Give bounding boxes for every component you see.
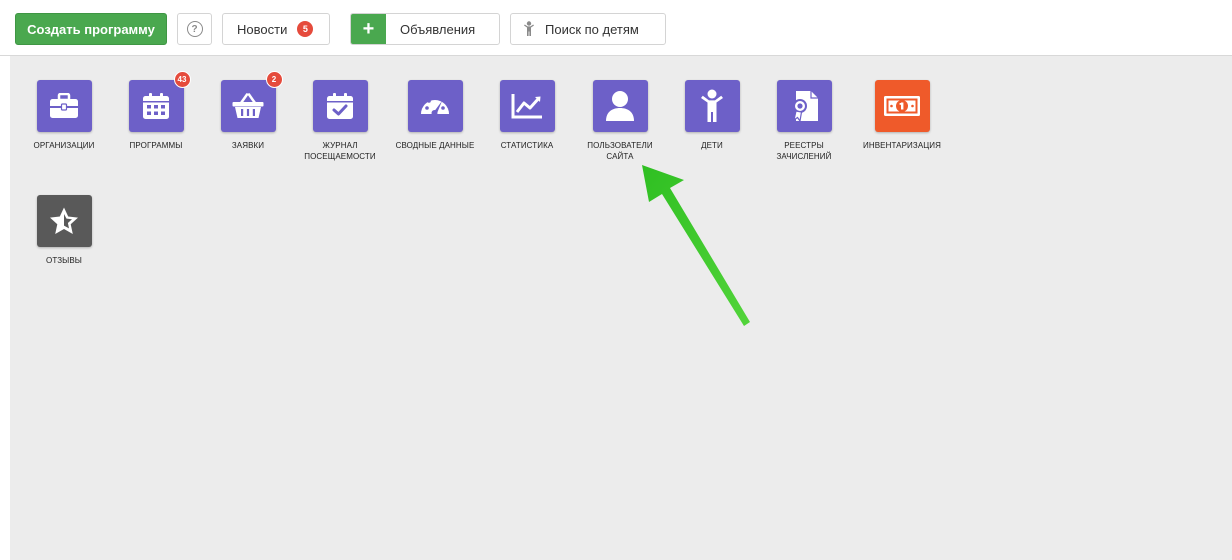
tile-children[interactable]: ДЕТИ <box>666 80 758 151</box>
money-bill-icon <box>884 96 920 116</box>
tile-site-users[interactable]: ПОЛЬЗОВАТЕЛИ САЙТА <box>574 80 666 162</box>
news-button[interactable]: Новости 5 <box>222 13 330 45</box>
child-icon <box>523 21 535 37</box>
tile-enrollment-registers-icon-box <box>776 80 832 132</box>
search-children-label: Поиск по детям <box>545 21 639 37</box>
tile-reviews-label: ОТЗЫВЫ <box>46 256 82 265</box>
tile-statistics[interactable]: СТАТИСТИКА <box>481 80 573 151</box>
tile-programs-label: ПРОГРАММЫ <box>129 141 183 150</box>
programs-count-badge: 43 <box>173 71 191 88</box>
tile-applications[interactable]: 2 ЗАЯВКИ <box>202 71 294 151</box>
tile-enrollment-registers[interactable]: РЕЕСТРЫ ЗАЧИСЛЕНИЙ <box>758 80 850 162</box>
tile-statistics-icon-box <box>499 80 555 132</box>
create-program-button[interactable]: Создать программу <box>15 13 167 45</box>
help-icon: ? <box>186 21 203 37</box>
tile-statistics-label: СТАТИСТИКА <box>500 141 554 150</box>
tile-summary-data-label: СВОДНЫЕ ДАННЫЕ <box>395 141 475 150</box>
basket-icon <box>232 93 264 118</box>
line-chart-icon <box>511 94 542 119</box>
tile-programs-icon-box: 43 <box>128 71 191 132</box>
tile-enrollment-registers-label: РЕЕСТРЫ ЗАЧИСЛЕНИЙ <box>776 141 832 161</box>
applications-count-badge: 2 <box>265 71 283 88</box>
tile-inventory-icon-box <box>874 80 930 132</box>
create-program-label: Создать программу <box>27 21 155 37</box>
announcements-label: Объявления <box>400 21 476 37</box>
left-border <box>0 56 10 560</box>
announcements-button[interactable]: + Объявления <box>350 13 500 45</box>
tile-organizations-icon-box <box>36 80 92 132</box>
dashboard-gauge-icon <box>421 96 449 116</box>
child-icon <box>701 89 723 122</box>
user-icon <box>606 91 634 121</box>
tile-applications-icon-box: 2 <box>220 71 283 132</box>
news-count-badge: 5 <box>297 21 314 37</box>
briefcase-icon <box>50 93 78 118</box>
tile-site-users-label: ПОЛЬЗОВАТЕЛИ САЙТА <box>587 141 653 161</box>
news-label: Новости <box>237 21 288 37</box>
tile-attendance-journal-label: ЖУРНАЛ ПОСЕЩАЕМОСТИ <box>304 141 376 161</box>
tile-inventory-label: ИНВЕНТАРИЗАЦИЯ <box>862 141 942 150</box>
page: Создать программу ? Новости 5 + Объявлен… <box>0 0 1232 560</box>
tile-attendance-journal-icon-box <box>312 80 368 132</box>
tile-organizations[interactable]: ОРГАНИЗАЦИИ <box>18 80 110 151</box>
tile-children-label: ДЕТИ <box>701 141 723 150</box>
tile-reviews-icon-box <box>36 195 92 247</box>
tile-children-icon-box <box>684 80 740 132</box>
tile-reviews[interactable]: ОТЗЫВЫ <box>18 195 110 266</box>
tile-site-users-icon-box <box>592 80 648 132</box>
star-icon <box>50 207 78 234</box>
tile-summary-data-icon-box <box>407 80 463 132</box>
tile-programs[interactable]: 43 ПРОГРАММЫ <box>110 71 202 151</box>
tile-organizations-label: ОРГАНИЗАЦИИ <box>33 141 95 150</box>
plus-icon: + <box>351 14 386 44</box>
tile-inventory[interactable]: ИНВЕНТАРИЗАЦИЯ <box>856 80 948 151</box>
calendar-icon <box>143 93 169 119</box>
search-children-button[interactable]: Поиск по детям <box>510 13 666 45</box>
calendar-check-icon <box>327 93 353 119</box>
certificate-document-icon <box>793 91 818 122</box>
tile-summary-data[interactable]: СВОДНЫЕ ДАННЫЕ <box>389 80 481 151</box>
top-toolbar: Создать программу ? Новости 5 + Объявлен… <box>0 0 1232 56</box>
help-button[interactable]: ? <box>177 13 212 45</box>
tile-attendance-journal[interactable]: ЖУРНАЛ ПОСЕЩАЕМОСТИ <box>294 80 386 162</box>
tile-applications-label: ЗАЯВКИ <box>231 141 265 150</box>
